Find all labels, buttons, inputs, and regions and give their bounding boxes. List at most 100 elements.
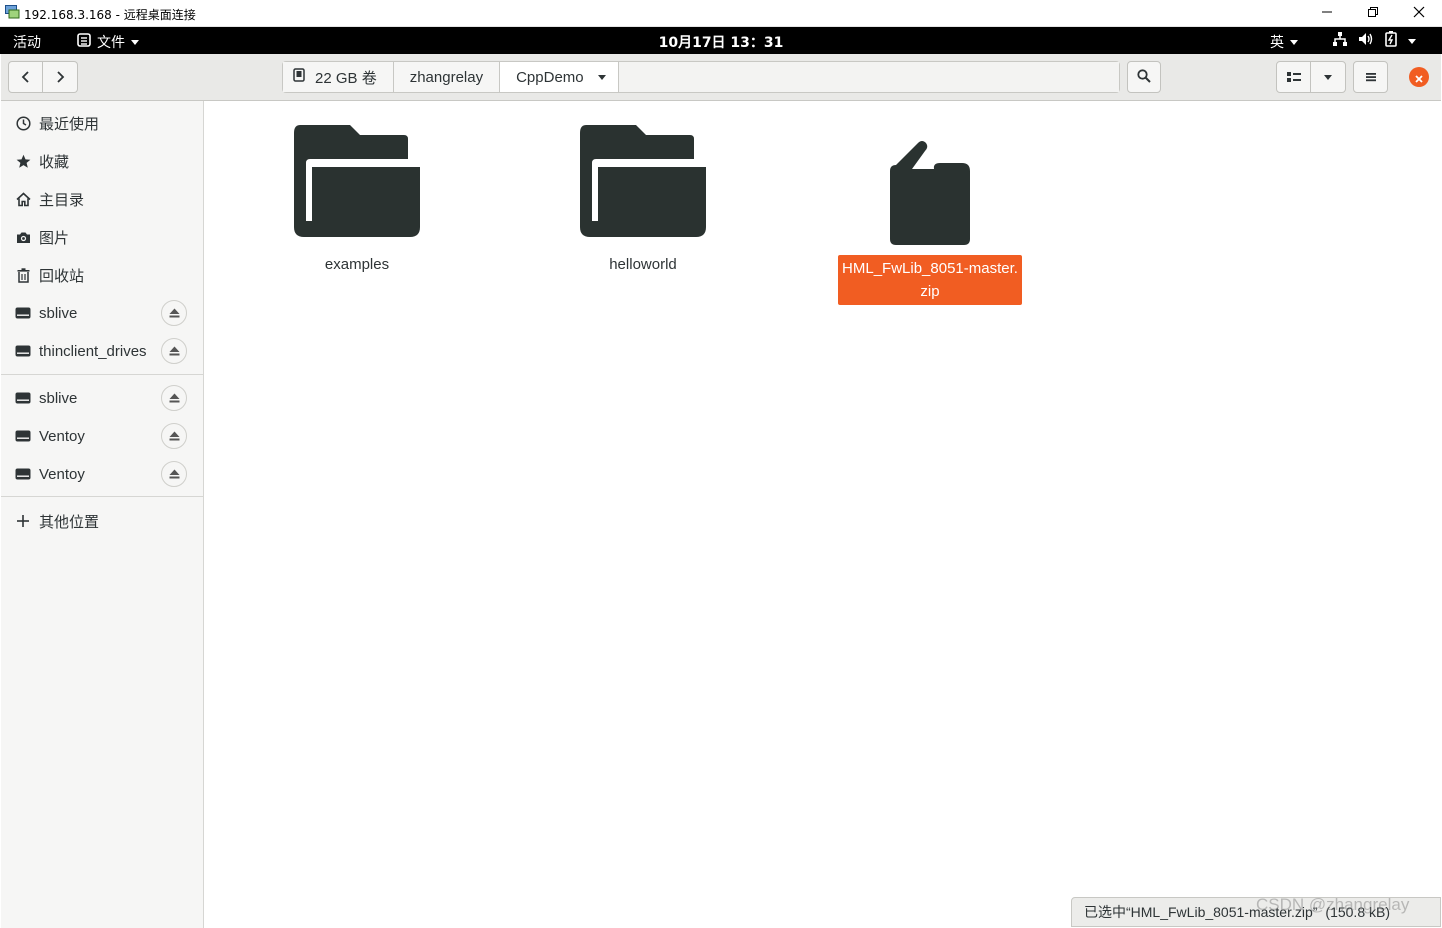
sidebar-item-label: 主目录: [39, 191, 85, 209]
eject-icon: [169, 393, 179, 403]
trash-icon: [15, 267, 31, 283]
hamburger-menu-icon: [1365, 68, 1377, 87]
search-icon: [1137, 68, 1151, 87]
file-name-line: HML_FwLib_8051-master.: [842, 260, 1018, 277]
home-icon: [15, 191, 31, 207]
crumb-cppdemo[interactable]: CppDemo: [500, 62, 619, 92]
close-icon: [1413, 6, 1425, 21]
navigation-buttons: [8, 61, 78, 93]
eject-icon: [169, 431, 179, 441]
chevron-right-icon: [55, 68, 65, 87]
crumb-label: zhangrelay: [409, 68, 484, 86]
clock-icon: [15, 115, 31, 131]
file-item-examples[interactable]: examples: [265, 123, 449, 276]
sidebar-item-pictures[interactable]: 图片: [1, 219, 203, 255]
battery-icon: [1384, 31, 1398, 51]
sidebar-item-label: thinclient_drives: [39, 342, 147, 360]
app-close-button[interactable]: [1409, 67, 1429, 87]
nautilus-headerbar: 22 GB 卷 zhangrelay CppDemo: [1, 54, 1441, 101]
clock[interactable]: 10月17日 13：31: [659, 35, 784, 51]
eject-button[interactable]: [161, 423, 187, 449]
eject-icon: [169, 346, 179, 356]
sidebar-divider: [1, 496, 203, 497]
crumb-volume-label: 22 GB 卷: [315, 69, 377, 87]
sidebar-item-label: 最近使用: [39, 115, 100, 133]
folder-icon: [265, 123, 449, 243]
chevron-down-icon: [597, 74, 606, 80]
plus-icon: [15, 513, 31, 529]
drive-icon: [15, 466, 31, 482]
eject-button[interactable]: [161, 338, 187, 364]
crumb-label: CppDemo: [516, 68, 584, 86]
close-icon: [1415, 68, 1423, 87]
sidebar-item-label: sblive: [39, 304, 78, 322]
drive-icon: [15, 428, 31, 444]
sidebar-item-label: sblive: [39, 389, 78, 407]
eject-icon: [169, 308, 179, 318]
view-options-button[interactable]: [1310, 61, 1346, 93]
sidebar-item-thinclient-drives[interactable]: thinclient_drives: [1, 333, 203, 369]
forward-button[interactable]: [43, 61, 78, 93]
app-menu-label: 文件: [97, 35, 125, 51]
file-item-helloworld[interactable]: helloworld: [551, 123, 735, 276]
minimize-button[interactable]: [1304, 0, 1350, 26]
chevron-down-icon: [131, 39, 139, 45]
restore-button[interactable]: [1350, 0, 1396, 26]
crumb-zhangrelay[interactable]: zhangrelay: [393, 62, 501, 92]
sidebar-item-label: Ventoy: [39, 465, 85, 483]
sidebar-item-label: Ventoy: [39, 427, 85, 445]
eject-button[interactable]: [161, 385, 187, 411]
sidebar-item-other-locations[interactable]: 其他位置: [1, 503, 203, 539]
sidebar-divider: [1, 374, 203, 375]
pathbar-empty-space: [618, 62, 1119, 92]
sidebar-item-starred[interactable]: 收藏: [1, 143, 203, 179]
remote-desktop-icon: [5, 5, 20, 19]
view-toggle-button[interactable]: [1276, 61, 1311, 93]
clock-container: 10月17日 13：31: [0, 32, 1442, 52]
input-method-indicator[interactable]: 英: [1270, 32, 1298, 52]
file-name: helloworld: [609, 256, 677, 273]
crumb-volume[interactable]: 22 GB 卷: [283, 62, 394, 92]
chevron-left-icon: [21, 68, 31, 87]
chevron-down-icon: [1324, 74, 1332, 80]
back-button[interactable]: [8, 61, 43, 93]
eject-button[interactable]: [161, 461, 187, 487]
watermark: CSDN @zhangrelay: [1256, 895, 1410, 914]
window-close-button[interactable]: [1396, 0, 1442, 26]
star-icon: [15, 153, 31, 169]
path-bar: 22 GB 卷 zhangrelay CppDemo: [282, 61, 1120, 93]
sidebar-item-ventoy[interactable]: Ventoy: [1, 418, 203, 454]
search-button[interactable]: [1127, 61, 1161, 93]
restore-icon: [1368, 6, 1378, 20]
camera-icon: [15, 229, 31, 245]
file-view: examples helloworld HML_FwLib_8051-maste…: [204, 101, 1441, 928]
sidebar-item-sblive-device[interactable]: sblive: [1, 380, 203, 416]
sidebar-item-label: 图片: [39, 229, 70, 247]
drive-icon: [15, 390, 31, 406]
sidebar-item-ventoy-2[interactable]: Ventoy: [1, 456, 203, 492]
file-name: HML_FwLib_8051-master. zip: [838, 255, 1022, 305]
window-title: 192.168.3.168 - 远程桌面连接: [24, 8, 196, 22]
app-menu[interactable]: 文件: [77, 32, 139, 52]
file-item-hml-fwlib-zip[interactable]: HML_FwLib_8051-master. zip: [838, 139, 1022, 305]
input-method-label: 英: [1270, 35, 1284, 51]
gnome-top-bar: 活动 文件 10月17日 13：31 英: [0, 27, 1442, 54]
main-menu-button[interactable]: [1353, 61, 1388, 93]
sidebar-item-recent[interactable]: 最近使用: [1, 105, 203, 141]
sidebar-item-sblive[interactable]: sblive: [1, 295, 203, 331]
places-sidebar: 最近使用 收藏 主目录 图片 回收站 sblive thinclient_dri…: [1, 101, 204, 928]
activities-button[interactable]: 活动: [13, 32, 41, 52]
drive-icon: [15, 305, 31, 321]
network-icon: [1332, 31, 1348, 51]
chevron-down-icon: [1290, 39, 1298, 45]
system-tray[interactable]: [1332, 31, 1416, 51]
eject-icon: [169, 469, 179, 479]
sidebar-item-label: 其他位置: [39, 513, 100, 531]
file-name-line: zip: [920, 283, 940, 300]
rdp-window-titlebar: 192.168.3.168 - 远程桌面连接: [0, 0, 1442, 27]
sidebar-item-label: 回收站: [39, 267, 85, 285]
sidebar-item-trash[interactable]: 回收站: [1, 257, 203, 293]
sidebar-item-home[interactable]: 主目录: [1, 181, 203, 217]
eject-button[interactable]: [161, 300, 187, 326]
volume-icon: [1358, 31, 1374, 51]
